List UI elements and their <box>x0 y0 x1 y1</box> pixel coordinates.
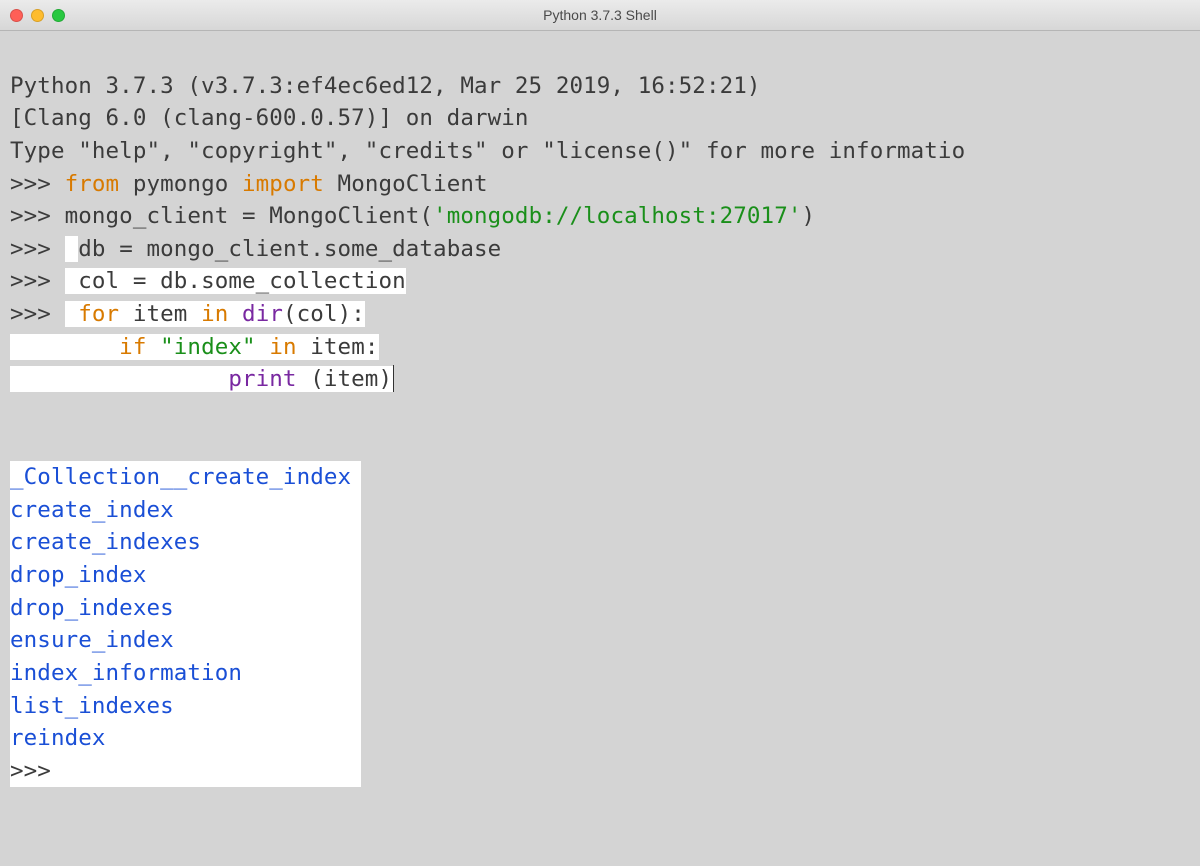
code-text <box>65 236 79 262</box>
primary-prompt: >>> <box>10 301 65 327</box>
highlight-region <box>65 236 79 262</box>
blank-line <box>10 432 24 458</box>
output-line: list_indexes <box>10 693 174 719</box>
primary-prompt: >>> <box>10 268 65 294</box>
keyword-in: in <box>201 301 228 327</box>
builtin-print: print <box>228 366 296 392</box>
output-line: create_indexes <box>10 529 201 555</box>
code-text: MongoClient <box>324 171 488 197</box>
banner-line: Type "help", "copyright", "credits" or "… <box>10 138 965 164</box>
keyword-in: in <box>269 334 296 360</box>
code-text <box>65 268 79 294</box>
output-block: _Collection__create_index create_index c… <box>10 461 361 787</box>
keyword-import: import <box>242 171 324 197</box>
highlight-region: for item in dir(col): <box>65 301 365 327</box>
primary-prompt: >>> <box>10 203 65 229</box>
output-line: ensure_index <box>10 627 174 653</box>
indent <box>10 366 228 392</box>
code-text: pymongo <box>119 171 242 197</box>
code-text: item <box>119 301 201 327</box>
code-text: db = mongo_client.some_database <box>78 236 501 262</box>
code-text <box>65 301 79 327</box>
indent <box>10 334 119 360</box>
window-title: Python 3.7.3 Shell <box>0 7 1200 23</box>
highlight-region: if "index" in item: <box>10 334 379 360</box>
output-line: reindex <box>10 725 106 751</box>
output-line: drop_index <box>10 562 146 588</box>
code-text <box>256 334 270 360</box>
highlight-region: print (item) <box>10 366 394 392</box>
code-text <box>146 334 160 360</box>
code-text: col = db.some_collection <box>78 268 406 294</box>
string-literal: "index" <box>160 334 256 360</box>
code-text <box>228 301 242 327</box>
code-text: item: <box>297 334 379 360</box>
code-text: mongo_client = MongoClient( <box>65 203 433 229</box>
keyword-for: for <box>78 301 119 327</box>
output-line: index_information <box>10 660 242 686</box>
banner-line: [Clang 6.0 (clang-600.0.57)] on darwin <box>10 105 529 131</box>
highlight-region: col = db.some_collection <box>65 268 406 294</box>
string-literal: 'mongodb://localhost:27017' <box>433 203 801 229</box>
keyword-from: from <box>65 171 120 197</box>
idle-shell[interactable]: Python 3.7.3 (v3.7.3:ef4ec6ed12, Mar 25 … <box>0 31 1200 830</box>
primary-prompt: >>> <box>10 171 65 197</box>
close-icon[interactable] <box>10 9 23 22</box>
output-line: create_index <box>10 497 174 523</box>
builtin-dir: dir <box>242 301 283 327</box>
window-titlebar: Python 3.7.3 Shell <box>0 0 1200 31</box>
traffic-lights <box>10 9 65 22</box>
primary-prompt: >>> <box>10 758 65 784</box>
output-line: _Collection__create_index <box>10 464 351 490</box>
output-line: drop_indexes <box>10 595 174 621</box>
code-text: (col): <box>283 301 365 327</box>
primary-prompt: >>> <box>10 236 65 262</box>
maximize-icon[interactable] <box>52 9 65 22</box>
banner-line: Python 3.7.3 (v3.7.3:ef4ec6ed12, Mar 25 … <box>10 73 761 99</box>
code-text: (item) <box>297 366 393 392</box>
code-text: ) <box>802 203 816 229</box>
minimize-icon[interactable] <box>31 9 44 22</box>
text-cursor <box>393 365 394 392</box>
keyword-if: if <box>119 334 146 360</box>
